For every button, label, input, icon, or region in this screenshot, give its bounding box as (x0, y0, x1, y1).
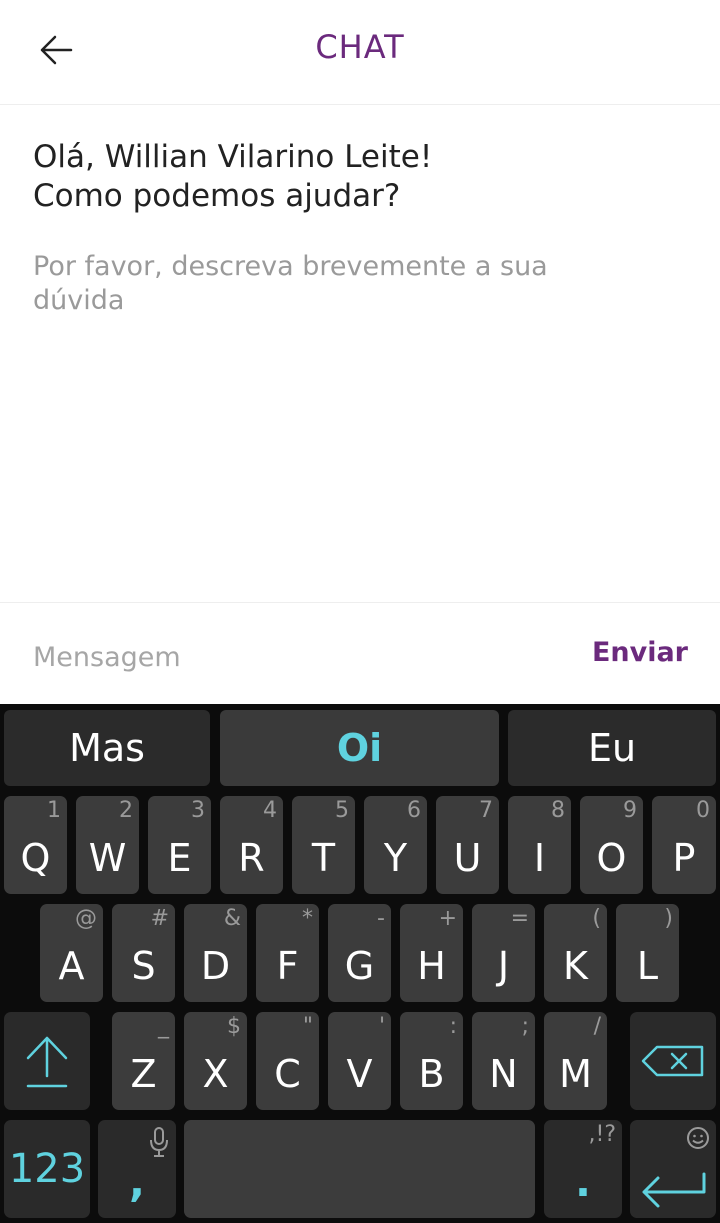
shift-key[interactable] (4, 1012, 90, 1110)
key-q[interactable]: 1Q (4, 796, 67, 894)
key-p[interactable]: 0P (652, 796, 716, 894)
send-button[interactable]: Enviar (592, 637, 688, 668)
key-d[interactable]: & D (184, 904, 247, 1002)
key-w[interactable]: 2W (76, 796, 139, 894)
key-u[interactable]: 7U (436, 796, 499, 894)
key-v[interactable]: ' V (328, 1012, 391, 1110)
shift-arrow-icon (26, 1036, 68, 1088)
suggestion-center[interactable]: Oi (220, 710, 499, 786)
message-bar: Enviar (0, 602, 720, 705)
greeting: Olá, Willian Vilarino Leite! Como podemo… (33, 138, 673, 216)
key-s[interactable]: # S (112, 904, 175, 1002)
period-key[interactable]: ,!? . (544, 1120, 622, 1218)
key-f[interactable]: * F (256, 904, 319, 1002)
backspace-key[interactable] (630, 1012, 716, 1110)
key-g[interactable]: -G (328, 904, 391, 1002)
key-o[interactable]: 9O (580, 796, 643, 894)
key-b[interactable]: :B (400, 1012, 463, 1110)
space-key[interactable] (184, 1120, 535, 1218)
key-j[interactable]: = J (472, 904, 535, 1002)
key-e[interactable]: 3E (148, 796, 211, 894)
emoji-icon (687, 1127, 709, 1149)
key-x[interactable]: $ X (184, 1012, 247, 1110)
enter-key[interactable] (630, 1120, 716, 1218)
key-a[interactable]: @ A (40, 904, 103, 1002)
keyboard: Mas Oi Eu 1Q 2W 3E 4R 5T 6Y 7U 8I 9O 0P … (0, 704, 720, 1223)
comma-key[interactable]: , (98, 1120, 176, 1218)
key-m[interactable]: / M (544, 1012, 607, 1110)
message-input[interactable] (33, 637, 533, 677)
key-n[interactable]: ; N (472, 1012, 535, 1110)
page-title: CHAT (315, 28, 405, 66)
numbers-key[interactable]: 123 (4, 1120, 90, 1218)
backspace-icon (641, 1045, 704, 1077)
key-c[interactable]: " C (256, 1012, 319, 1110)
key-t[interactable]: 5T (292, 796, 355, 894)
enter-arrow-icon (642, 1172, 706, 1208)
key-y[interactable]: 6Y (364, 796, 427, 894)
key-l[interactable]: ) L (616, 904, 679, 1002)
app-header: CHAT (0, 0, 720, 105)
key-i[interactable]: 8I (508, 796, 571, 894)
key-k[interactable]: (K (544, 904, 607, 1002)
suggestion-left[interactable]: Mas (4, 710, 210, 786)
key-z[interactable]: _ Z (112, 1012, 175, 1110)
microphone-icon (150, 1127, 168, 1157)
greeting-line-1: Olá, Willian Vilarino Leite! (33, 139, 433, 175)
hint-text: Por favor, descreva brevemente a sua dúv… (33, 251, 548, 316)
suggestion-right[interactable]: Eu (508, 710, 716, 786)
greeting-line-2: Como podemos ajudar? (33, 178, 401, 214)
key-h[interactable]: + H (400, 904, 463, 1002)
key-r[interactable]: 4R (220, 796, 283, 894)
